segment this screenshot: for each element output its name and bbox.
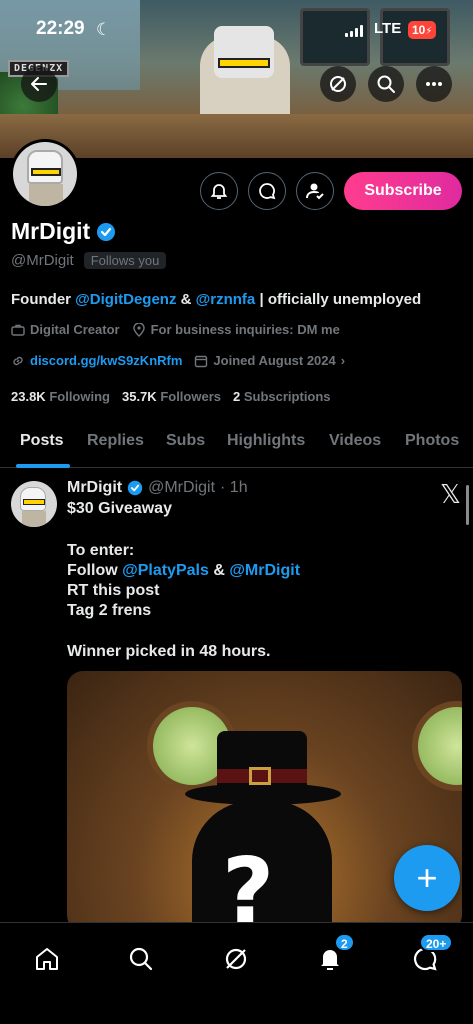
tab-posts[interactable]: Posts: [20, 432, 64, 450]
notifications-badge: 2: [334, 933, 355, 952]
post-text-line: RT this post: [67, 582, 160, 599]
post-timestamp[interactable]: · 1h: [220, 479, 248, 497]
profile-stats: 23.8K Following 35.7K Followers 2 Subscr…: [11, 389, 331, 404]
nav-notifications[interactable]: 2: [310, 933, 355, 979]
profile-tabs: Posts Replies Subs Highlights Videos Pho…: [0, 418, 473, 468]
message-button[interactable]: [248, 172, 286, 210]
status-bar: 22:29 ☾ LTE 10⚡: [0, 18, 473, 46]
home-icon: [36, 948, 58, 970]
tab-highlights[interactable]: Highlights: [227, 432, 305, 450]
link-icon: [13, 356, 23, 365]
notification-bell-plus-icon: [210, 184, 228, 199]
more-horizontal-icon: [426, 82, 442, 86]
post-text-line: Winner picked in 48 hours.: [67, 643, 271, 660]
post-author-avatar[interactable]: [11, 481, 57, 527]
messages-badge: 20+: [419, 933, 454, 952]
follows-you-badge: Follows you: [83, 252, 167, 269]
back-button[interactable]: [21, 66, 57, 102]
post-author-handle[interactable]: @MrDigit: [148, 479, 215, 497]
search-icon: [377, 75, 395, 93]
search-button[interactable]: [368, 66, 404, 102]
image-question-mark: ?: [222, 839, 275, 931]
compose-post-button[interactable]: +: [394, 845, 460, 911]
subscriptions-stat[interactable]: 2 Subscriptions: [233, 389, 331, 404]
tab-videos[interactable]: Videos: [329, 432, 381, 450]
website-item[interactable]: discord.gg/kwS9zKnRfm: [11, 353, 182, 368]
post-text-line: $30 Giveaway: [67, 500, 172, 517]
briefcase-icon: [11, 324, 25, 336]
person-check-icon: [306, 183, 324, 200]
profile-meta-row: discord.gg/kwS9zKnRfm Joined August 2024…: [11, 353, 345, 368]
post-header: MrDigit @MrDigit · 1h: [67, 479, 248, 497]
image-window: [412, 701, 462, 791]
post-mention-link[interactable]: @MrDigit: [229, 562, 300, 579]
signal-icon: [345, 25, 363, 37]
status-time: 22:29: [36, 18, 85, 39]
nav-search[interactable]: [121, 939, 161, 979]
verified-badge-icon[interactable]: [96, 222, 116, 242]
bottom-navigation: 2 20+: [0, 922, 473, 1024]
profile-bio: Founder @DigitDegenz & @rznnfa | officia…: [11, 291, 422, 308]
followers-stat[interactable]: 35.7K Followers: [122, 389, 221, 404]
following-stat[interactable]: 23.8K Following: [11, 389, 110, 404]
nav-messages[interactable]: 20+: [405, 933, 454, 979]
x-logo-icon: 𝕏: [440, 480, 461, 510]
website-link[interactable]: discord.gg/kwS9zKnRfm: [30, 353, 182, 368]
post-author-name[interactable]: MrDigit: [67, 479, 122, 497]
grok-icon: [330, 76, 346, 92]
location-item: For business inquiries: DM me: [132, 322, 340, 337]
display-name-row: MrDigit: [11, 218, 116, 245]
calendar-icon: [195, 355, 208, 367]
scrollbar[interactable]: [466, 485, 469, 525]
grok-profile-button[interactable]: [200, 172, 238, 210]
bio-mention-link[interactable]: @DigitDegenz: [75, 291, 176, 308]
grok-icon: [225, 948, 247, 970]
network-type: LTE: [374, 20, 402, 37]
post-mention-link[interactable]: @PlatyPals: [122, 562, 209, 579]
verified-badge-icon: [127, 480, 143, 496]
handle-row: @MrDigit Follows you: [11, 252, 167, 269]
bio-mention-link[interactable]: @rznnfa: [196, 291, 256, 308]
tab-photos[interactable]: Photos: [405, 432, 459, 450]
subscribe-button[interactable]: Subscribe: [344, 172, 462, 210]
profile-meta-row: Digital Creator For business inquiries: …: [11, 322, 340, 337]
post-text-line: Tag 2 frens: [67, 602, 152, 619]
grok-button[interactable]: [320, 66, 356, 102]
message-icon: [259, 183, 276, 200]
profile-handle: @MrDigit: [11, 252, 74, 269]
nav-grok[interactable]: [216, 939, 256, 979]
post-text-line: Follow @PlatyPals & @MrDigit: [67, 562, 301, 579]
more-button[interactable]: [416, 66, 452, 102]
profile-avatar[interactable]: [10, 139, 80, 209]
tab-subs[interactable]: Subs: [166, 432, 205, 450]
following-button[interactable]: [296, 172, 334, 210]
nav-home[interactable]: [27, 939, 67, 979]
image-hat-buckle: [249, 767, 271, 785]
display-name: MrDigit: [11, 218, 91, 244]
chevron-right-icon: ›: [340, 353, 346, 368]
moon-icon: ☾: [96, 20, 112, 39]
category-item: Digital Creator: [11, 322, 120, 337]
location-pin-icon: [132, 322, 145, 337]
tab-replies[interactable]: Replies: [87, 432, 144, 450]
arrow-left-icon: [31, 77, 47, 91]
active-tab-indicator: [16, 464, 70, 468]
joined-item[interactable]: Joined August 2024 ›: [194, 353, 345, 368]
search-icon: [129, 947, 153, 971]
battery-icon: 10⚡: [408, 21, 437, 39]
post-text-line: To enter:: [67, 542, 135, 559]
image-hat-brim: [185, 783, 341, 805]
